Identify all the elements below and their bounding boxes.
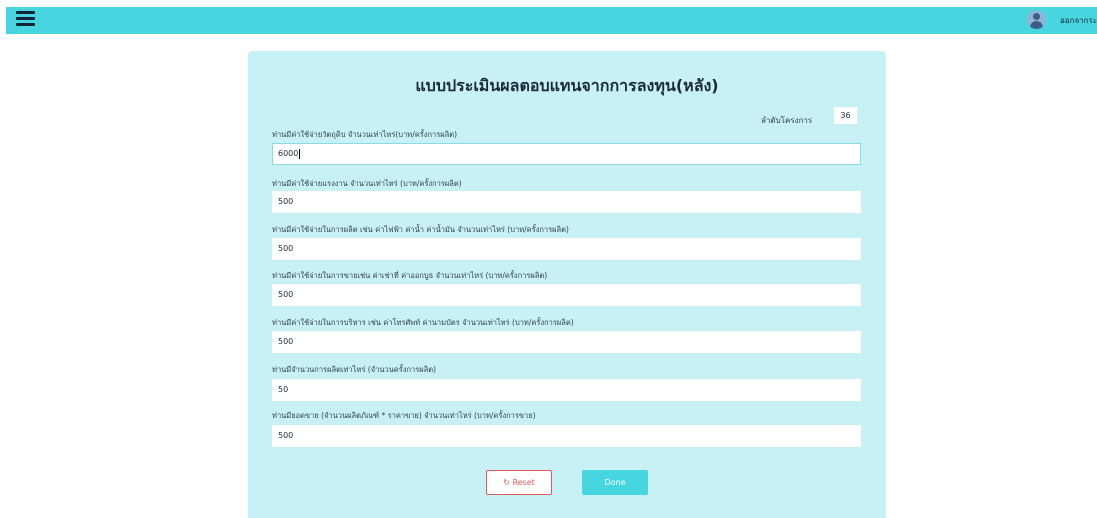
field-label-selling-cost: ท่านมีค่าใช้จ่ายในการขายเช่น ค่าเช่าที่ … (272, 271, 548, 280)
project-order-label: ลำดับโครงการ (761, 116, 813, 125)
field-label-production-count: ท่านมีจำนวนการผลิตเท่าไหร่ (จำนวนครั้งกา… (272, 365, 437, 374)
reset-button-label: Reset (512, 478, 535, 487)
labor-cost-input[interactable]: 500 (272, 191, 861, 213)
done-button[interactable]: Done (582, 470, 648, 495)
reset-button[interactable]: ↻ Reset (486, 470, 552, 495)
done-button-label: Done (604, 478, 626, 487)
logout-link[interactable]: ออกจากระบ (1060, 14, 1097, 27)
admin-cost-input[interactable]: 500 (272, 331, 861, 353)
material-cost-input[interactable]: 6000 (272, 143, 861, 165)
hamburger-menu-icon[interactable] (16, 11, 35, 29)
production-count-input[interactable]: 50 (272, 379, 861, 401)
form-title: แบบประเมินผลตอบแทนจากการลงทุน(หลัง) (415, 76, 719, 95)
field-label-admin-cost: ท่านมีค่าใช้จ่ายในการบริหาร เช่น ค่าโทรศ… (272, 318, 574, 327)
production-cost-input[interactable]: 500 (272, 238, 861, 260)
field-label-sales: ท่านมียอดขาย (จำนวนผลิตภัณฑ์ * ราคาขาย) … (272, 411, 536, 420)
selling-cost-input[interactable]: 500 (272, 284, 861, 306)
field-label-material-cost: ท่านมีค่าใช้จ่ายวัตถุดิบ จำนวนเท่าไหร่(บ… (272, 130, 458, 139)
field-label-production-cost: ท่านมีค่าใช้จ่ายในการผลิต เช่น ค่าไฟฟ้า … (272, 225, 569, 234)
user-avatar-icon[interactable] (1027, 10, 1046, 29)
reset-icon: ↻ (503, 478, 510, 487)
top-navbar: ออกจากระบ (6, 7, 1097, 34)
project-order-value: 36 (834, 107, 857, 124)
field-label-labor-cost: ท่านมีค่าใช้จ่ายแรงงาน จำนวนเท่าไหร่ (บา… (272, 179, 462, 188)
form-card: แบบประเมินผลตอบแทนจากการลงทุน(หลัง) ลำดั… (248, 51, 886, 518)
sales-input[interactable]: 500 (272, 425, 861, 447)
